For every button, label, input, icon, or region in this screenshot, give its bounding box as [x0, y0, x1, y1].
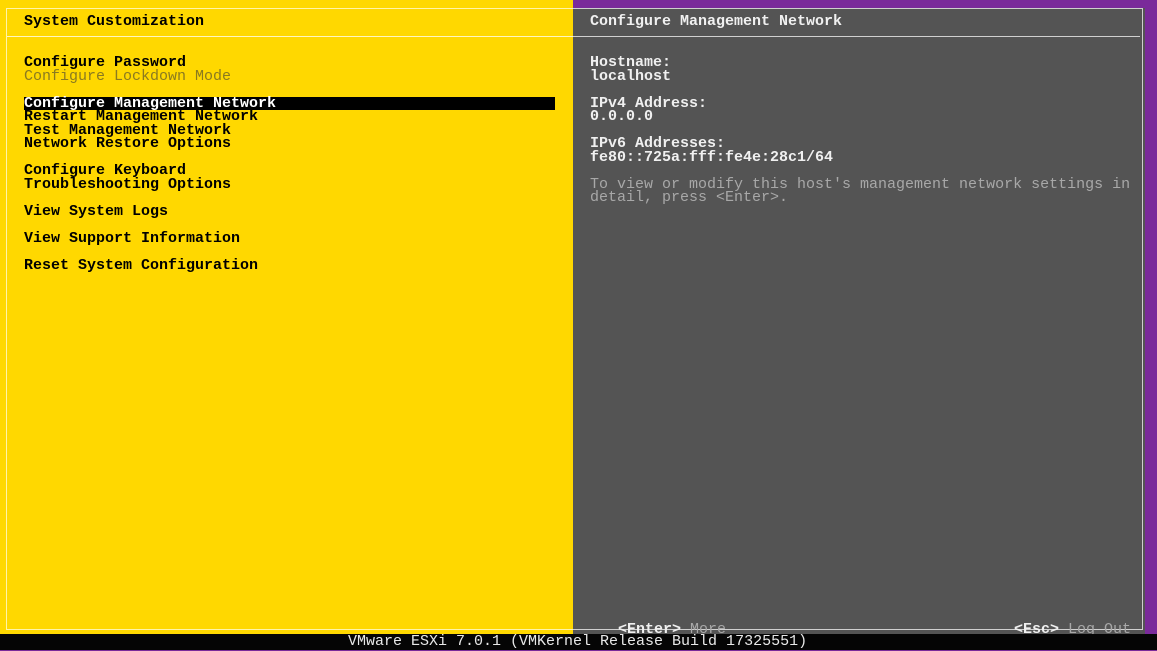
menu-item-view-system-logs[interactable]: View System Logs — [24, 204, 168, 218]
panel-title: System Customization — [24, 13, 205, 30]
esc-logout-hint[interactable]: <Esc> Log Out — [978, 609, 1131, 637]
enter-more-hint[interactable]: <Enter> More — [582, 609, 726, 637]
menu-item-configure-lockdown-mode[interactable]: Configure Lockdown Mode — [24, 69, 231, 83]
menu-item-network-restore-options[interactable]: Network Restore Options — [24, 136, 231, 150]
menu-item-reset-system-configuration[interactable]: Reset System Configuration — [24, 258, 258, 272]
divider — [573, 36, 1140, 37]
menu-item-troubleshooting-options[interactable]: Troubleshooting Options — [24, 177, 231, 191]
ipv4-value: 0.0.0.0 — [590, 108, 654, 125]
menu-item-view-support-information[interactable]: View Support Information — [24, 231, 240, 245]
system-customization-panel: System Customization Configure Password … — [0, 0, 573, 634]
detail-panel: Configure Management Network Hostname: l… — [573, 8, 1145, 637]
detail-title: Configure Management Network — [590, 13, 843, 30]
divider — [7, 36, 573, 37]
hostname-value: localhost — [590, 67, 672, 85]
ipv6-value: fe80::725a:fff:fe4e:28c1/64 — [590, 148, 834, 166]
help-text-line-2: detail, press <Enter>. — [590, 189, 789, 206]
status-bar: VMware ESXi 7.0.1 (VMKernel Release Buil… — [0, 634, 1157, 650]
version-info: VMware ESXi 7.0.1 (VMKernel Release Buil… — [348, 633, 808, 650]
